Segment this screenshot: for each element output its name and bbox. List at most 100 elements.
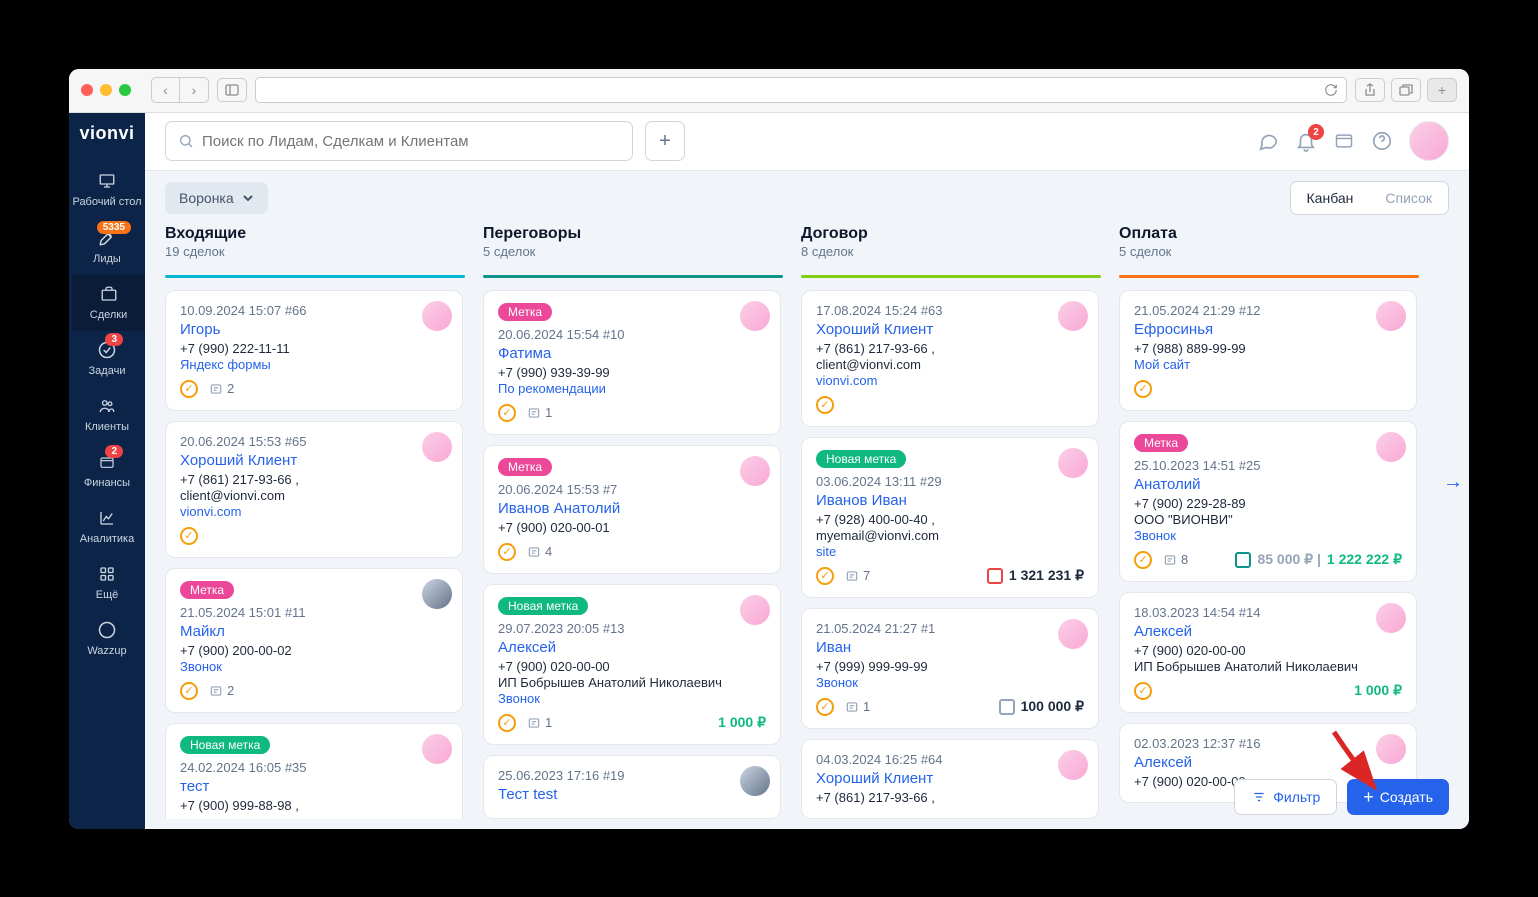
column-color-bar bbox=[483, 275, 783, 278]
card-meta: 21.05.2024 21:29 #12 bbox=[1134, 303, 1402, 318]
card-meta: 17.08.2024 15:24 #63 bbox=[816, 303, 1084, 318]
tabs-button[interactable] bbox=[1391, 78, 1421, 102]
column-cards: Метка20.06.2024 15:54 #10Фатима+7 (990) … bbox=[483, 290, 783, 819]
calendar-icon bbox=[1235, 552, 1251, 568]
forward-button[interactable]: › bbox=[180, 78, 208, 102]
sidebar-item-finance[interactable]: 2 Финансы bbox=[69, 443, 145, 499]
card-tag: Новая метка bbox=[498, 597, 588, 615]
messages-icon[interactable] bbox=[1257, 130, 1279, 152]
close-window[interactable] bbox=[81, 84, 93, 96]
card-name[interactable]: Фатима bbox=[498, 345, 766, 362]
deal-card[interactable]: Метка20.06.2024 15:54 #10Фатима+7 (990) … bbox=[483, 290, 781, 435]
card-name[interactable]: Иван bbox=[816, 639, 1084, 656]
column-header: Оплата 5 сделок bbox=[1119, 225, 1419, 267]
sidebar-item-leads[interactable]: 5335 Лиды bbox=[69, 219, 145, 275]
view-kanban[interactable]: Канбан bbox=[1291, 182, 1370, 214]
card-name[interactable]: Хороший Клиент bbox=[180, 452, 448, 469]
funnel-dropdown[interactable]: Воронка bbox=[165, 182, 268, 214]
card-link[interactable]: site bbox=[816, 544, 1084, 559]
card-line: +7 (861) 217-93-66 , bbox=[816, 341, 1084, 356]
view-list[interactable]: Список bbox=[1369, 182, 1448, 214]
search-field[interactable] bbox=[202, 133, 620, 150]
calendar-icon bbox=[999, 699, 1015, 715]
deal-card[interactable]: Новая метка24.02.2024 16:05 #35тест+7 (9… bbox=[165, 723, 463, 819]
sidebar-item-more[interactable]: Ещё bbox=[69, 555, 145, 611]
sidebar-item-analytics[interactable]: Аналитика bbox=[69, 499, 145, 555]
card-name[interactable]: тест bbox=[180, 778, 448, 795]
card-line: +7 (928) 400-00-40 , bbox=[816, 512, 1084, 527]
card-line: ООО "ВИОНВИ" bbox=[1134, 512, 1402, 527]
help-icon[interactable] bbox=[1371, 130, 1393, 152]
card-name[interactable]: Майкл bbox=[180, 623, 448, 640]
card-line: +7 (861) 217-93-66 , bbox=[180, 472, 448, 487]
card-link[interactable]: vionvi.com bbox=[816, 373, 1084, 388]
deal-card[interactable]: Метка25.10.2023 14:51 #25Анатолий+7 (900… bbox=[1119, 421, 1417, 582]
card-line: +7 (900) 200-00-02 bbox=[180, 643, 448, 658]
add-button[interactable]: + bbox=[645, 121, 685, 161]
deal-card[interactable]: 25.06.2023 17:16 #19Тест test bbox=[483, 755, 781, 819]
finance-badge: 2 bbox=[105, 445, 123, 458]
sidebar-item-tasks[interactable]: 3 Задачи bbox=[69, 331, 145, 387]
card-link[interactable]: Звонок bbox=[1134, 528, 1402, 543]
card-link[interactable]: Звонок bbox=[816, 675, 1084, 690]
card-meta: 21.05.2024 15:01 #11 bbox=[180, 605, 448, 620]
deal-card[interactable]: Новая метка29.07.2023 20:05 #13Алексей+7… bbox=[483, 584, 781, 745]
deal-card[interactable]: 20.06.2024 15:53 #65Хороший Клиент+7 (86… bbox=[165, 421, 463, 558]
deal-card[interactable]: 04.03.2024 16:25 #64Хороший Клиент+7 (86… bbox=[801, 739, 1099, 819]
sidebar-item-wazzup[interactable]: Wazzup bbox=[69, 611, 145, 667]
url-bar[interactable] bbox=[255, 77, 1347, 103]
card-name[interactable]: Тест test bbox=[498, 786, 766, 803]
card-link[interactable]: vionvi.com bbox=[180, 504, 448, 519]
card-tag: Метка bbox=[498, 458, 552, 476]
deal-card[interactable]: 17.08.2024 15:24 #63 Хороший Клиент +7 (86… bbox=[801, 290, 1099, 427]
new-tab-button[interactable]: + bbox=[1427, 78, 1457, 102]
card-avatar bbox=[1376, 432, 1406, 462]
card-footer: ✓ 11 000 ₽ bbox=[498, 714, 766, 732]
sidebar-toggle[interactable] bbox=[217, 78, 247, 102]
sidebar-item-deals[interactable]: Сделки bbox=[69, 275, 145, 331]
card-name[interactable]: Хороший Клиент bbox=[816, 770, 1084, 787]
card-name[interactable]: Ефросинья bbox=[1134, 321, 1402, 338]
card-name[interactable]: Иванов Иван bbox=[816, 492, 1084, 509]
deal-card[interactable]: 21.05.2024 21:27 #1Иван+7 (999) 999-99-9… bbox=[801, 608, 1099, 729]
sidebar-item-desktop[interactable]: Рабочий стол bbox=[69, 162, 145, 219]
deal-card[interactable]: 10.09.2024 15:07 #66Игорь+7 (990) 222-11… bbox=[165, 290, 463, 411]
deal-card[interactable]: Новая метка03.06.2024 13:11 #29Иванов Ив… bbox=[801, 437, 1099, 598]
card-link[interactable]: Звонок bbox=[180, 659, 448, 674]
logo: vionvi bbox=[79, 123, 134, 144]
deal-card[interactable]: Метка21.05.2024 15:01 #11Майкл+7 (900) 2… bbox=[165, 568, 463, 713]
sidebar-item-label: Сделки bbox=[90, 309, 128, 321]
calendar-icon bbox=[987, 568, 1003, 584]
kanban-column: Переговоры 5 сделок Метка20.06.2024 15:5… bbox=[483, 225, 783, 819]
check-icon: ✓ bbox=[498, 543, 516, 561]
search-input[interactable] bbox=[165, 121, 633, 161]
card-name[interactable]: Иванов Анатолий bbox=[498, 500, 766, 517]
view-toggle: Канбан Список bbox=[1290, 181, 1449, 215]
archive-icon[interactable] bbox=[1333, 131, 1355, 151]
card-name[interactable]: Алексей bbox=[498, 639, 766, 656]
card-name[interactable]: Хороший Клиент bbox=[816, 321, 1084, 338]
card-avatar bbox=[1376, 603, 1406, 633]
sidebar-item-clients[interactable]: Клиенты bbox=[69, 387, 145, 443]
card-name[interactable]: Игорь bbox=[180, 321, 448, 338]
deal-card[interactable]: 21.05.2024 21:29 #12Ефросинья+7 (988) 88… bbox=[1119, 290, 1417, 411]
card-link[interactable]: Звонок bbox=[498, 691, 766, 706]
chevron-down-icon bbox=[242, 194, 254, 202]
scroll-right-button[interactable]: → bbox=[1443, 471, 1463, 494]
card-link[interactable]: Яндекс формы bbox=[180, 357, 448, 372]
deal-card[interactable]: Метка20.06.2024 15:53 #7Иванов Анатолий+… bbox=[483, 445, 781, 574]
card-footer: ✓ bbox=[1134, 380, 1402, 398]
share-button[interactable] bbox=[1355, 78, 1385, 102]
deal-card[interactable]: 18.03.2023 14:54 #14Алексей+7 (900) 020-… bbox=[1119, 592, 1417, 713]
card-name[interactable]: Анатолий bbox=[1134, 476, 1402, 493]
card-link[interactable]: Мой сайт bbox=[1134, 357, 1402, 372]
user-avatar[interactable] bbox=[1409, 121, 1449, 161]
card-footer: ✓ 885 000 ₽ |1 222 222 ₽ bbox=[1134, 551, 1402, 569]
maximize-window[interactable] bbox=[119, 84, 131, 96]
card-link[interactable]: По рекомендации bbox=[498, 381, 766, 396]
card-name[interactable]: Алексей bbox=[1134, 623, 1402, 640]
minimize-window[interactable] bbox=[100, 84, 112, 96]
back-button[interactable]: ‹ bbox=[152, 78, 180, 102]
filter-button[interactable]: Фильтр bbox=[1234, 779, 1337, 815]
notifications-button[interactable]: 2 bbox=[1295, 130, 1317, 152]
